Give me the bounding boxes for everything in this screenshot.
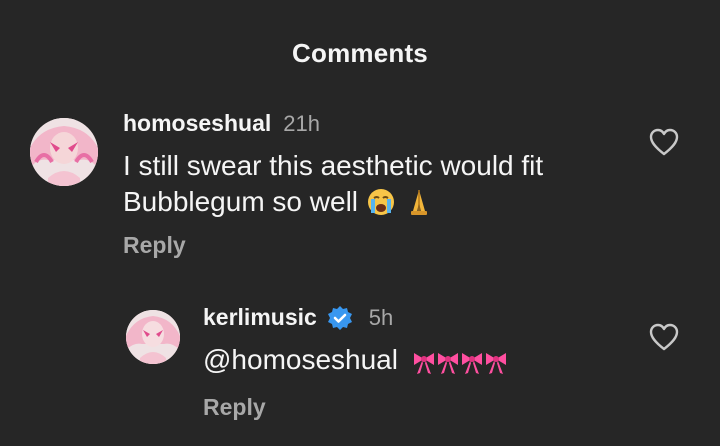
avatar[interactable]: [30, 118, 98, 186]
avatar-image: [126, 310, 180, 364]
avatar-image: [30, 118, 98, 186]
comment-meta: kerlimusic 5h: [203, 304, 393, 331]
page-title: Comments: [292, 38, 428, 68]
heart-icon[interactable]: [649, 128, 679, 156]
comment-text: Bubblegum so well: [123, 184, 434, 226]
ribbon-emojis: [412, 344, 508, 375]
timestamp: 21h: [283, 110, 320, 136]
mention-link[interactable]: @homoseshual: [203, 344, 398, 375]
comment-text-line: Bubblegum so well: [123, 186, 359, 217]
comment-meta: homoseshual 21h: [123, 110, 320, 137]
username[interactable]: kerlimusic: [203, 304, 317, 331]
reply-button[interactable]: Reply: [123, 232, 186, 259]
username[interactable]: homoseshual: [123, 110, 271, 137]
ribbon-icon: [412, 348, 436, 384]
ribbon-icon: [460, 348, 484, 384]
comment-text: I still swear this aesthetic would fit: [123, 148, 543, 184]
heart-icon[interactable]: [649, 323, 679, 351]
ribbon-icon: [436, 348, 460, 384]
verified-badge-icon: [327, 305, 352, 330]
reply-button[interactable]: Reply: [203, 394, 266, 421]
crying-face-icon: [366, 187, 396, 226]
ribbon-icon: [484, 348, 508, 384]
folded-hands-icon: [404, 187, 434, 226]
avatar[interactable]: [126, 310, 180, 364]
comment-text-line: I still swear this aesthetic would fit: [123, 150, 544, 181]
comment-text: @homoseshual: [203, 342, 508, 384]
timestamp: 5h: [368, 304, 394, 330]
